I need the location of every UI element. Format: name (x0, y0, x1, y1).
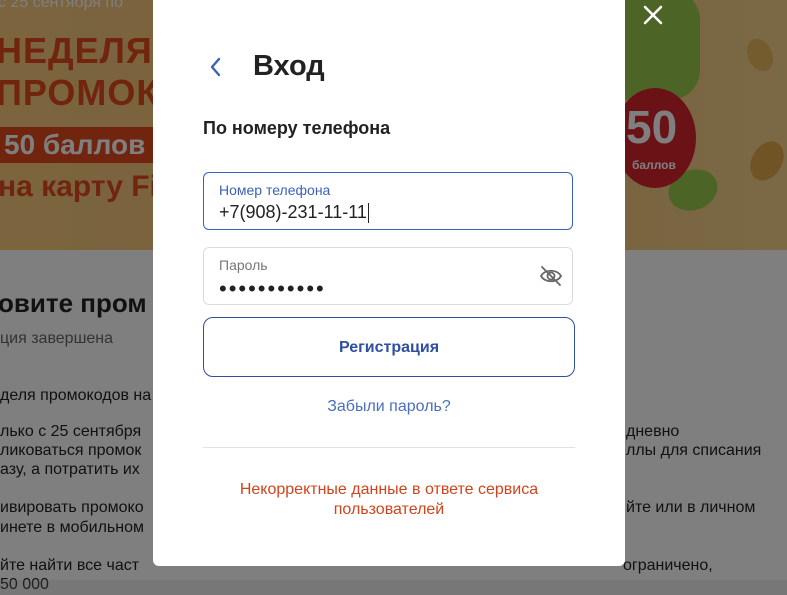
login-modal: Вход По номеру телефона Номер телефона +… (153, 0, 625, 566)
eye-off-icon[interactable] (538, 264, 564, 288)
register-button[interactable]: Регистрация (203, 317, 575, 377)
phone-input[interactable]: +7(908)-231-11-11 (219, 202, 369, 224)
password-input[interactable]: ••••••••••• (219, 276, 326, 302)
modal-title: Вход (253, 50, 325, 82)
password-field[interactable]: Пароль ••••••••••• (203, 247, 573, 305)
login-method-label: По номеру телефона (203, 118, 391, 138)
phone-value: +7(908)-231-11-11 (219, 202, 367, 222)
phone-field[interactable]: Номер телефона +7(908)-231-11-11 (203, 172, 573, 230)
close-icon[interactable] (640, 2, 666, 28)
error-message: Некорректные данные в ответе сервиса пол… (239, 481, 539, 518)
password-field-label: Пароль (219, 257, 268, 273)
phone-field-label: Номер телефона (219, 182, 331, 198)
chevron-left-icon (210, 57, 221, 77)
text-cursor (367, 203, 369, 224)
back-button[interactable] (203, 52, 229, 82)
forgot-password-link[interactable]: Забыли пароль? (203, 398, 575, 416)
divider (203, 447, 575, 448)
